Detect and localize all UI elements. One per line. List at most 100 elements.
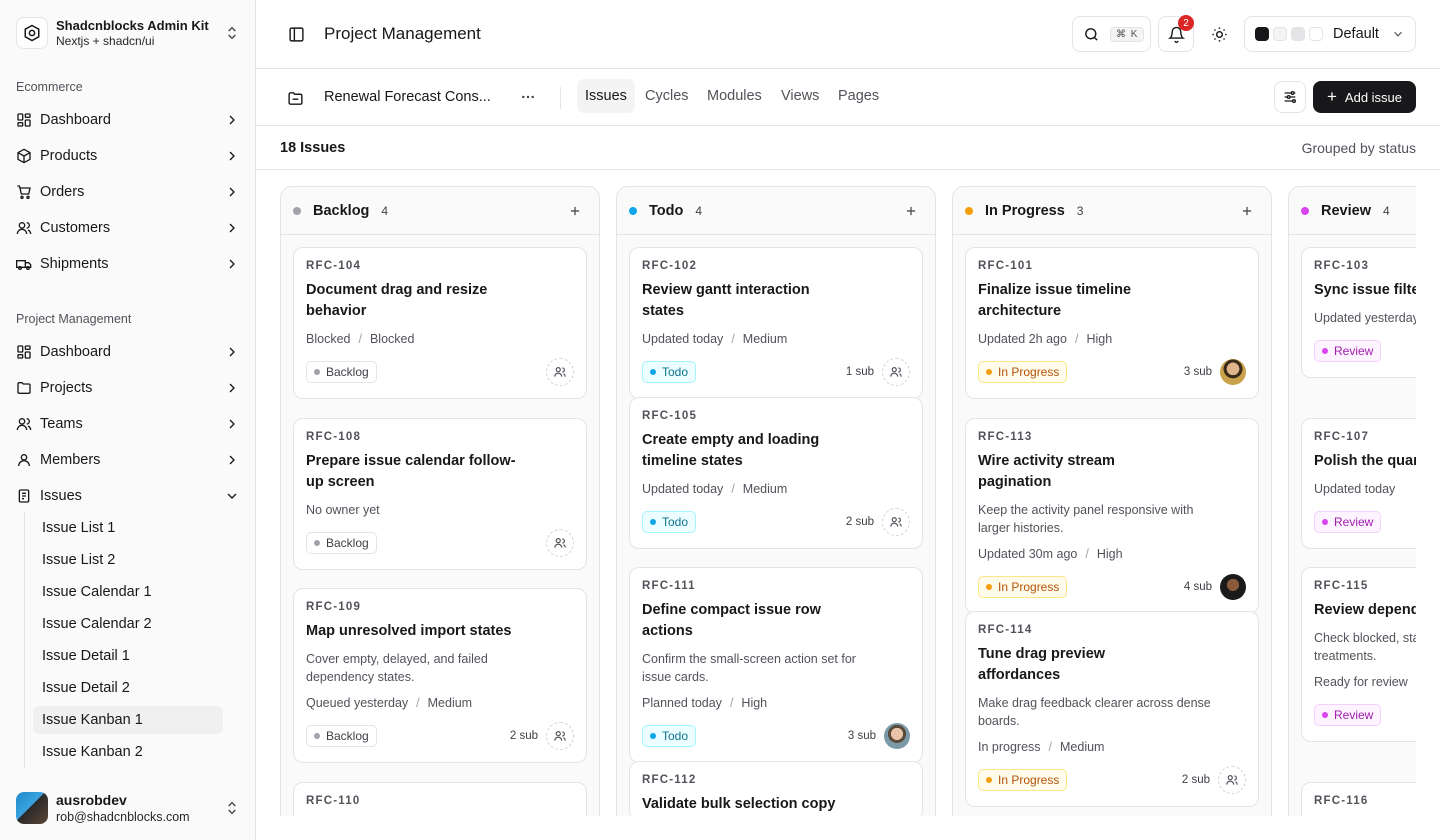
meta-separator: / xyxy=(729,696,734,710)
meta-separator: / xyxy=(731,482,735,496)
issue-card[interactable]: RFC-105 Create empty and loading timeline… xyxy=(629,397,923,549)
sidebar-subitem-issue-detail-2[interactable]: Issue Detail 2 xyxy=(33,674,223,702)
tab-modules[interactable]: Modules xyxy=(699,79,770,113)
sidebar-subitem-issue-kanban-1[interactable]: Issue Kanban 1 xyxy=(33,706,223,734)
sidebar-subitem-issue-kanban-2[interactable]: Issue Kanban 2 xyxy=(33,738,223,766)
board-summary: 18 Issues Grouped by status xyxy=(256,126,1440,170)
sidebar-item-teams[interactable]: Teams xyxy=(8,408,248,440)
plus-icon[interactable] xyxy=(563,199,587,223)
sidebar-item-customers[interactable]: Customers xyxy=(8,212,248,244)
issue-card[interactable]: RFC-102 Review gantt interaction states Up… xyxy=(629,247,923,399)
tab-issues[interactable]: Issues xyxy=(577,79,635,113)
status-label: Backlog xyxy=(326,729,369,743)
assign-users-icon[interactable] xyxy=(546,358,574,386)
avatar xyxy=(16,792,48,824)
tab-cycles[interactable]: Cycles xyxy=(637,79,697,113)
issue-card[interactable]: RFC-112 Validate bulk selection copy xyxy=(629,761,923,816)
status-label: Review xyxy=(1334,344,1374,358)
issue-card[interactable]: RFC-111 Define compact issue row actions C… xyxy=(629,567,923,763)
card-footer: In Progress 2 sub xyxy=(978,766,1246,794)
status-dot xyxy=(629,206,637,215)
more-horizontal-icon[interactable] xyxy=(518,87,538,107)
status-dot xyxy=(986,369,992,375)
page-title: Project Management xyxy=(324,24,481,43)
kanban-column-in-progress: In Progress 3 RFC-101 Finalize issue timeli… xyxy=(952,186,1272,816)
project-bar: Renewal Forecast Cons... Issues Cycles Mod… xyxy=(256,69,1440,126)
sidebar-subitem-issue-calendar-2[interactable]: Issue Calendar 2 xyxy=(33,610,223,638)
issue-card[interactable]: RFC-108 Prepare issue calendar follow-up … xyxy=(293,418,587,570)
brand-subtitle: Nextjs + shadcn/ui xyxy=(56,33,155,48)
filter-button[interactable] xyxy=(1274,81,1306,113)
status-label: Backlog xyxy=(326,365,369,379)
assign-users-icon[interactable] xyxy=(882,358,910,386)
sidebar-item-dashboard[interactable]: Dashboard xyxy=(8,336,248,368)
issue-key: RFC-107 xyxy=(1314,431,1370,443)
meta-value: Updated today xyxy=(642,482,724,496)
issue-description: Check blocked, stale dependency treatmen… xyxy=(1314,631,1416,663)
issue-meta: Planned today / High xyxy=(642,696,910,710)
folder-icon xyxy=(284,87,306,109)
status-dot xyxy=(1301,206,1309,215)
status-badge: Backlog xyxy=(306,532,377,554)
plus-icon[interactable] xyxy=(899,199,923,223)
sidebar: Shadcnblocks Admin Kit Nextjs + shadcn/u… xyxy=(0,0,256,840)
issue-card[interactable]: RFC-114 Tune drag preview affordances Make… xyxy=(965,611,1259,807)
theme-select[interactable]: Default xyxy=(1244,16,1416,52)
status-badge: In Progress xyxy=(978,576,1068,598)
issue-meta: Updated today xyxy=(1314,482,1416,496)
issue-card[interactable]: RFC-115 Review dependency variants Check b… xyxy=(1301,567,1416,742)
issue-card[interactable]: RFC-110 xyxy=(293,782,587,816)
team-switcher[interactable]: Shadcnblocks Admin Kit Nextjs + shadcn/u… xyxy=(16,16,240,50)
issue-card[interactable]: RFC-101 Finalize issue timeline architect… xyxy=(965,247,1259,399)
sidebar-item-products[interactable]: Products xyxy=(8,140,248,172)
meta-value: Queued yesterday xyxy=(306,696,409,710)
meta-value: Ready for review xyxy=(1314,675,1408,689)
tab-views[interactable]: Views xyxy=(773,79,827,113)
issue-card[interactable]: RFC-116 xyxy=(1301,782,1416,816)
tab-pages[interactable]: Pages xyxy=(830,79,887,113)
issue-title: Validate bulk selection copy xyxy=(642,796,836,812)
status-dot xyxy=(650,733,656,739)
project-name[interactable]: Renewal Forecast Cons... xyxy=(324,89,491,105)
user-email: rob@shadcnblocks.com xyxy=(56,809,190,824)
status-label: Todo xyxy=(662,515,689,529)
assignee-avatar[interactable] xyxy=(1220,574,1246,600)
add-issue-button[interactable]: + Add issue xyxy=(1313,81,1416,113)
sidebar-item-dashboard[interactable]: Dashboard xyxy=(8,104,248,136)
brand-logo-icon xyxy=(16,17,48,49)
issue-meta: Updated today / Medium xyxy=(642,332,910,346)
sidebar-toggle-icon[interactable] xyxy=(286,24,306,44)
sidebar-item-shipments[interactable]: Shipments xyxy=(8,248,248,280)
issue-key: RFC-113 xyxy=(978,431,1033,443)
search-button[interactable]: ⌘ K xyxy=(1072,16,1151,52)
sidebar-subitem-issue-list-1[interactable]: Issue List 1 xyxy=(33,514,223,542)
plus-icon[interactable] xyxy=(1235,199,1259,223)
column-count: 3 xyxy=(1076,203,1084,218)
assign-users-icon[interactable] xyxy=(546,722,574,750)
issue-card[interactable]: RFC-104 Document drag and resize behavior… xyxy=(293,247,587,399)
theme-label: Default xyxy=(1333,26,1379,42)
assignee-avatar[interactable] xyxy=(1220,359,1246,385)
issue-card[interactable]: RFC-103 Sync issue filter views Updated ye… xyxy=(1301,247,1416,378)
assignee-avatar[interactable] xyxy=(884,723,910,749)
status-label: In Progress xyxy=(998,365,1060,379)
assign-users-icon[interactable] xyxy=(882,508,910,536)
sidebar-subitem-issue-calendar-1[interactable]: Issue Calendar 1 xyxy=(33,578,223,606)
sidebar-item-members[interactable]: Members xyxy=(8,444,248,476)
assign-users-icon[interactable] xyxy=(546,529,574,557)
sidebar-subitem-issue-detail-1[interactable]: Issue Detail 1 xyxy=(33,642,223,670)
sidebar-item-issues[interactable]: Issues xyxy=(8,480,248,512)
subissue-count: 3 sub xyxy=(1183,366,1212,378)
user-menu[interactable]: ausrobdev rob@shadcnblocks.com xyxy=(16,790,240,826)
sidebar-item-projects[interactable]: Projects xyxy=(8,372,248,404)
sidebar-item-orders[interactable]: Orders xyxy=(8,176,248,208)
chevron-right-icon xyxy=(224,148,240,164)
sun-icon[interactable] xyxy=(1209,24,1229,44)
sidebar-subitem-issue-list-2[interactable]: Issue List 2 xyxy=(33,546,223,574)
issue-card[interactable]: RFC-113 Wire activity stream pagination Ke… xyxy=(965,418,1259,614)
assign-users-icon[interactable] xyxy=(1218,766,1246,794)
issue-card[interactable]: RFC-107 Polish the quarterly Updated today… xyxy=(1301,418,1416,549)
column-title: In Progress xyxy=(985,202,1065,219)
issue-card[interactable]: RFC-109 Map unresolved import states Cover… xyxy=(293,588,587,763)
kanban-column-backlog: Backlog 4 RFC-104 Document drag and resize … xyxy=(280,186,600,816)
